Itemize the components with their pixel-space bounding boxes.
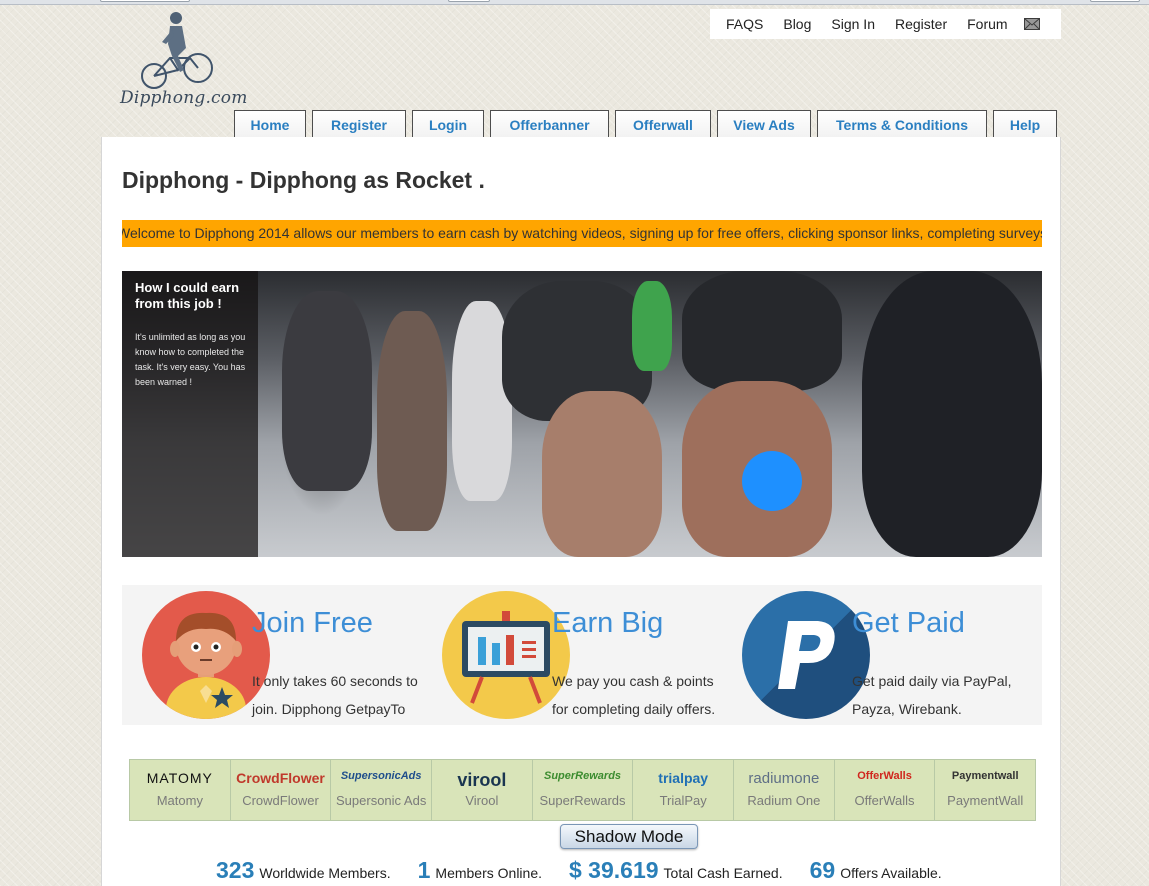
feature-title: Get Paid [852, 607, 965, 639]
sponsor-logo: SuperRewards [544, 770, 622, 782]
feature-title: Earn Big [552, 607, 664, 639]
browser-toolbar-strip [0, 0, 1149, 5]
hero-runner-shape [632, 281, 672, 371]
stat-item: 1 Members Online. [418, 857, 542, 884]
sponsor-paymentwall[interactable]: Paymentwall PaymentWall [935, 760, 1036, 820]
sponsor-name: Matomy [156, 793, 203, 808]
sponsor-crowdflower[interactable]: CrowdFlower CrowdFlower [230, 760, 332, 820]
sponsor-trialpay[interactable]: trialpay TrialPay [633, 760, 735, 820]
paypal-icon [742, 591, 870, 719]
feature-earn-big: Earn Big We pay you cash & points for co… [422, 585, 722, 725]
top-link-register[interactable]: Register [895, 16, 947, 32]
sponsor-matomy[interactable]: MATOMY Matomy [130, 760, 231, 820]
sponsor-logo: CrowdFlower [236, 770, 325, 786]
mail-icon[interactable] [1023, 18, 1040, 30]
features-section: Join Free It only takes 60 seconds to jo… [122, 585, 1042, 725]
feature-join-free: Join Free It only takes 60 seconds to jo… [122, 585, 422, 725]
sponsor-name: SuperRewards [539, 793, 626, 808]
stat-label: Worldwide Members. [259, 865, 391, 881]
chart-board-icon [442, 591, 570, 719]
sponsor-name: Virool [465, 793, 499, 808]
shadow-mode-button[interactable]: Shadow Mode [560, 824, 698, 849]
avatar-icon [142, 591, 270, 719]
logo-text: Dipphong.com [120, 88, 248, 108]
hero-heading: How I could earn from this job ! [135, 280, 240, 311]
sponsor-name: Radium One [747, 793, 821, 808]
sponsor-logo: Paymentwall [951, 770, 1019, 782]
stat-item: 69 Offers Available. [810, 857, 942, 884]
hero-runner-shape [282, 291, 372, 491]
page-title: Dipphong - Dipphong as Rocket . [122, 167, 485, 193]
stat-label: Total Cash Earned. [663, 865, 783, 881]
nav-offerbanner[interactable]: Offerbanner [490, 110, 609, 139]
stat-item: 323 Worldwide Members. [216, 857, 391, 884]
stat-label: Members Online. [435, 865, 542, 881]
stat-label: Offers Available. [840, 865, 942, 881]
cyclist-logo-icon [141, 12, 213, 89]
sponsor-logo: SupersonicAds [340, 770, 422, 782]
nav-terms-conditions[interactable]: Terms & Conditions [817, 110, 987, 139]
nav-help[interactable]: Help [993, 110, 1057, 139]
sponsor-name: OfferWalls [854, 793, 915, 808]
sponsor-offerwalls[interactable]: OfferWalls OfferWalls [834, 760, 936, 820]
stat-value: 69 [809, 857, 836, 883]
sponsor-superrewards[interactable]: SuperRewards SuperRewards [532, 760, 634, 820]
sponsor-logo: virool [457, 770, 507, 790]
sponsor-strip: MATOMY Matomy CrowdFlower CrowdFlower Supers… [129, 759, 1036, 821]
stat-value: $ 39.619 [569, 857, 659, 883]
welcome-marquee: Welcome to Dipphong 2014 allows our memb… [122, 220, 1042, 247]
sponsor-logo: OfferWalls [857, 770, 912, 782]
sponsor-name: CrowdFlower [242, 793, 319, 808]
stat-item: $ 39.619 Total Cash Earned. [569, 857, 783, 884]
sponsor-supersonic-ads[interactable]: SupersonicAds Supersonic Ads [331, 760, 433, 820]
nav-view-ads[interactable]: View Ads [717, 110, 811, 139]
hero-caption-panel: How I could earn from this job ! It's un… [122, 271, 258, 557]
sponsor-radium-one[interactable]: radiumone Radium One [734, 760, 835, 820]
nav-register[interactable]: Register [312, 110, 406, 139]
top-link-faqs[interactable]: FAQS [726, 16, 763, 32]
nav-home[interactable]: Home [234, 110, 306, 139]
stat-value: 323 [216, 857, 255, 883]
nav-login[interactable]: Login [412, 110, 484, 139]
site-stats: 323 Worldwide Members. 1 Members Online. $ 3… [216, 857, 969, 884]
stat-value: 1 [417, 857, 431, 883]
hero-runner-shape [862, 271, 1042, 557]
feature-text: We pay you cash & points for completing … [552, 673, 716, 717]
hero-banner: How I could earn from this job ! It's un… [122, 271, 1042, 557]
top-links-bar: FAQS Blog Sign In Register Forum [710, 9, 1061, 39]
top-link-sign-in[interactable]: Sign In [831, 16, 875, 32]
main-panel: Dipphong - Dipphong as Rocket . Welcome … [101, 137, 1061, 886]
feature-text: It only takes 60 seconds to join. Dippho… [252, 673, 418, 717]
site-logo[interactable]: Dipphong.com [118, 8, 258, 108]
hero-runner-shape [682, 271, 842, 391]
hero-runner-shape [742, 451, 802, 511]
sponsor-logo: trialpay [658, 770, 709, 786]
feature-title: Join Free [252, 607, 373, 639]
sponsor-virool[interactable]: virool Virool [432, 760, 533, 820]
nav-offerwall[interactable]: Offerwall [615, 110, 711, 139]
feature-get-paid: Get Paid Get paid daily via PayPal, Payz… [722, 585, 1022, 725]
top-link-forum[interactable]: Forum [967, 16, 1007, 32]
sponsor-logo: radiumone [748, 770, 820, 787]
main-nav: Home Register Login Offerbanner Offerwall Vie… [234, 110, 1063, 139]
sponsor-logo: MATOMY [146, 770, 213, 786]
hero-runner-shape [377, 311, 447, 531]
feature-text: Get paid daily via PayPal, Payza, Wireba… [852, 673, 1012, 717]
marquee-text: Welcome to Dipphong 2014 allows our memb… [122, 225, 1042, 241]
top-link-blog[interactable]: Blog [783, 16, 811, 32]
hero-runner-shape [542, 391, 662, 557]
hero-text: It's unlimited as long as you know how t… [135, 332, 246, 387]
sponsor-name: PaymentWall [947, 793, 1024, 808]
sponsor-name: Supersonic Ads [336, 793, 427, 808]
sponsor-name: TrialPay [659, 793, 707, 808]
